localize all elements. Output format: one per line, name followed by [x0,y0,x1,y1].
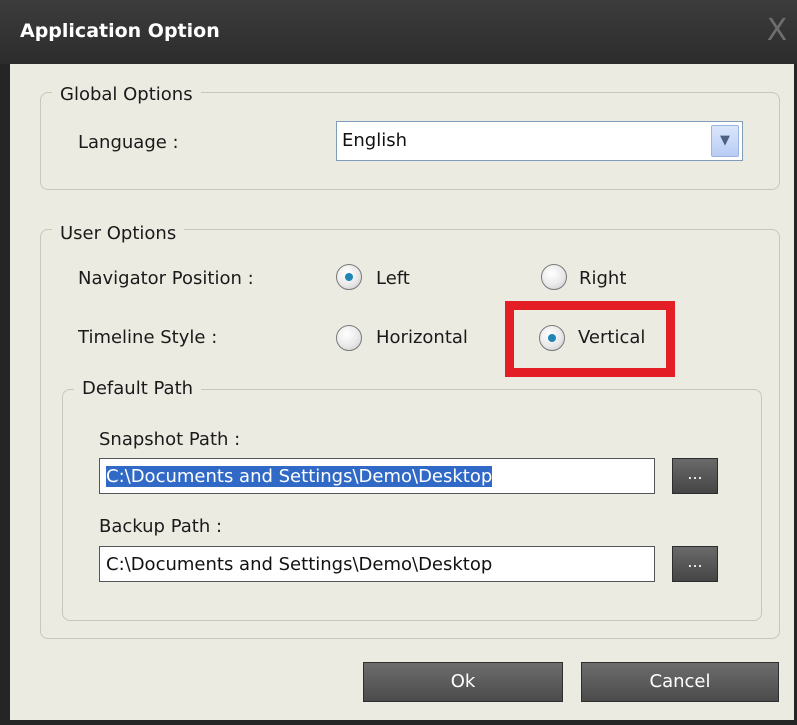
title-bar: Application Option X [0,0,797,64]
backup-path-value: C:\Documents and Settings\Demo\Desktop [106,554,493,575]
user-options-legend: User Options [52,223,185,245]
backup-path-input[interactable]: C:\Documents and Settings\Demo\Desktop [99,546,655,582]
close-icon[interactable]: X [763,16,791,48]
default-path-legend: Default Path [74,378,202,400]
cancel-button[interactable]: Cancel [581,662,779,702]
backup-path-label: Backup Path : [99,516,223,537]
language-value: English [342,130,407,151]
snapshot-path-label: Snapshot Path : [99,429,241,450]
navigator-right-radio[interactable] [541,264,567,290]
snapshot-path-input[interactable]: C:\Documents and Settings\Demo\Desktop [99,458,655,494]
backup-browse-button[interactable]: ... [672,546,718,582]
default-path-group [62,389,762,621]
timeline-vertical-label[interactable]: Vertical [578,327,645,349]
ok-button[interactable]: Ok [363,662,563,702]
global-options-legend: Global Options [52,84,201,106]
window-title: Application Option [20,20,220,42]
snapshot-browse-button[interactable]: ... [672,458,718,494]
snapshot-path-value: C:\Documents and Settings\Demo\Desktop [106,466,493,487]
timeline-horizontal-radio[interactable] [336,325,362,351]
navigator-position-label: Navigator Position : [78,268,254,289]
timeline-style-label: Timeline Style : [78,327,218,348]
timeline-horizontal-label[interactable]: Horizontal [376,327,468,349]
language-dropdown[interactable]: English ▼ [336,121,743,161]
chevron-down-icon[interactable]: ▼ [711,125,739,157]
timeline-vertical-radio[interactable] [539,325,565,351]
language-label: Language : [78,132,179,153]
navigator-right-label[interactable]: Right [579,268,626,290]
navigator-left-label[interactable]: Left [376,268,410,290]
navigator-left-radio[interactable] [336,264,362,290]
